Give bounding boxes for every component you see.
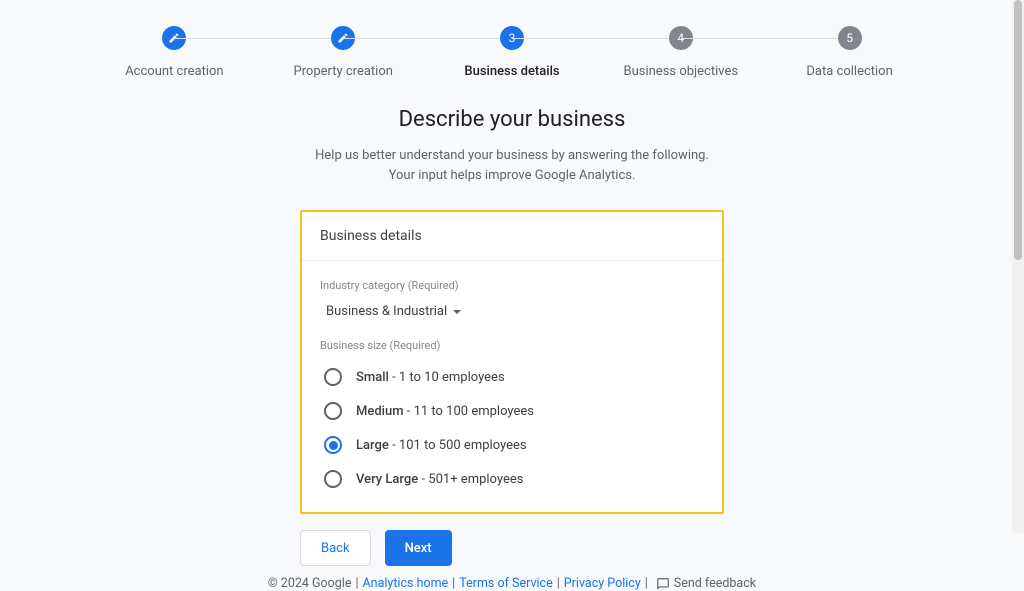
step-account-creation[interactable]: Account creation (90, 26, 259, 79)
page-title: Describe your business (0, 107, 1024, 132)
page-heading: Describe your business (0, 107, 1024, 132)
copyright: © 2024 Google (268, 576, 352, 591)
scrollbar-track[interactable] (1012, 0, 1024, 533)
step-number-icon: 5 (838, 26, 862, 50)
feedback-icon (656, 577, 670, 591)
size-option-text: Small - 1 to 10 employees (356, 370, 505, 385)
business-details-card: Business details Industry category (Requ… (300, 210, 724, 514)
step-label: Account creation (125, 64, 223, 79)
step-label: Data collection (806, 64, 892, 79)
size-label: Business size (Required) (320, 339, 704, 352)
separator: | (645, 576, 648, 591)
size-option-large[interactable]: Large - 101 to 500 employees (320, 428, 704, 462)
size-option-medium[interactable]: Medium - 11 to 100 employees (320, 394, 704, 428)
card-title: Business details (302, 212, 722, 261)
step-label: Business details (464, 64, 559, 79)
radio-icon (324, 402, 342, 420)
industry-dropdown[interactable]: Business & Industrial (326, 304, 461, 319)
page-footer: © 2024 Google | Analytics home | Terms o… (0, 576, 1024, 591)
step-business-objectives[interactable]: 4 Business objectives (596, 26, 765, 79)
size-option-text: Medium - 11 to 100 employees (356, 404, 534, 419)
progress-stepper: Account creation Property creation 3 Bus… (0, 0, 1024, 79)
card-body: Industry category (Required) Business & … (302, 261, 722, 512)
footer-link-privacy[interactable]: Privacy Policy (564, 576, 641, 591)
button-row: Back Next (300, 530, 724, 566)
page-subheading: Help us better understand your business … (0, 146, 1024, 186)
radio-icon (324, 368, 342, 386)
size-option-text: Very Large - 501+ employees (356, 472, 523, 487)
step-label: Property creation (293, 64, 393, 79)
subhead-line: Your input helps improve Google Analytic… (0, 166, 1024, 186)
industry-label: Industry category (Required) (320, 279, 704, 292)
step-business-details[interactable]: 3 Business details (428, 26, 597, 79)
feedback-link[interactable]: Send feedback (674, 576, 756, 591)
footer-link-analytics-home[interactable]: Analytics home (363, 576, 449, 591)
radio-icon (324, 470, 342, 488)
subhead-line: Help us better understand your business … (0, 146, 1024, 166)
footer-link-terms[interactable]: Terms of Service (459, 576, 552, 591)
chevron-down-icon (453, 310, 461, 314)
back-button[interactable]: Back (300, 530, 371, 566)
separator: | (452, 576, 455, 591)
separator: | (355, 576, 358, 591)
scrollbar-thumb[interactable] (1014, 0, 1022, 260)
industry-value: Business & Industrial (326, 304, 447, 319)
size-option-small[interactable]: Small - 1 to 10 employees (320, 360, 704, 394)
radio-icon (324, 436, 342, 454)
step-label: Business objectives (623, 64, 738, 79)
size-option-very-large[interactable]: Very Large - 501+ employees (320, 462, 704, 496)
separator: | (557, 576, 560, 591)
next-button[interactable]: Next (385, 530, 452, 566)
step-data-collection[interactable]: 5 Data collection (765, 26, 934, 79)
step-property-creation[interactable]: Property creation (259, 26, 428, 79)
size-option-text: Large - 101 to 500 employees (356, 438, 527, 453)
